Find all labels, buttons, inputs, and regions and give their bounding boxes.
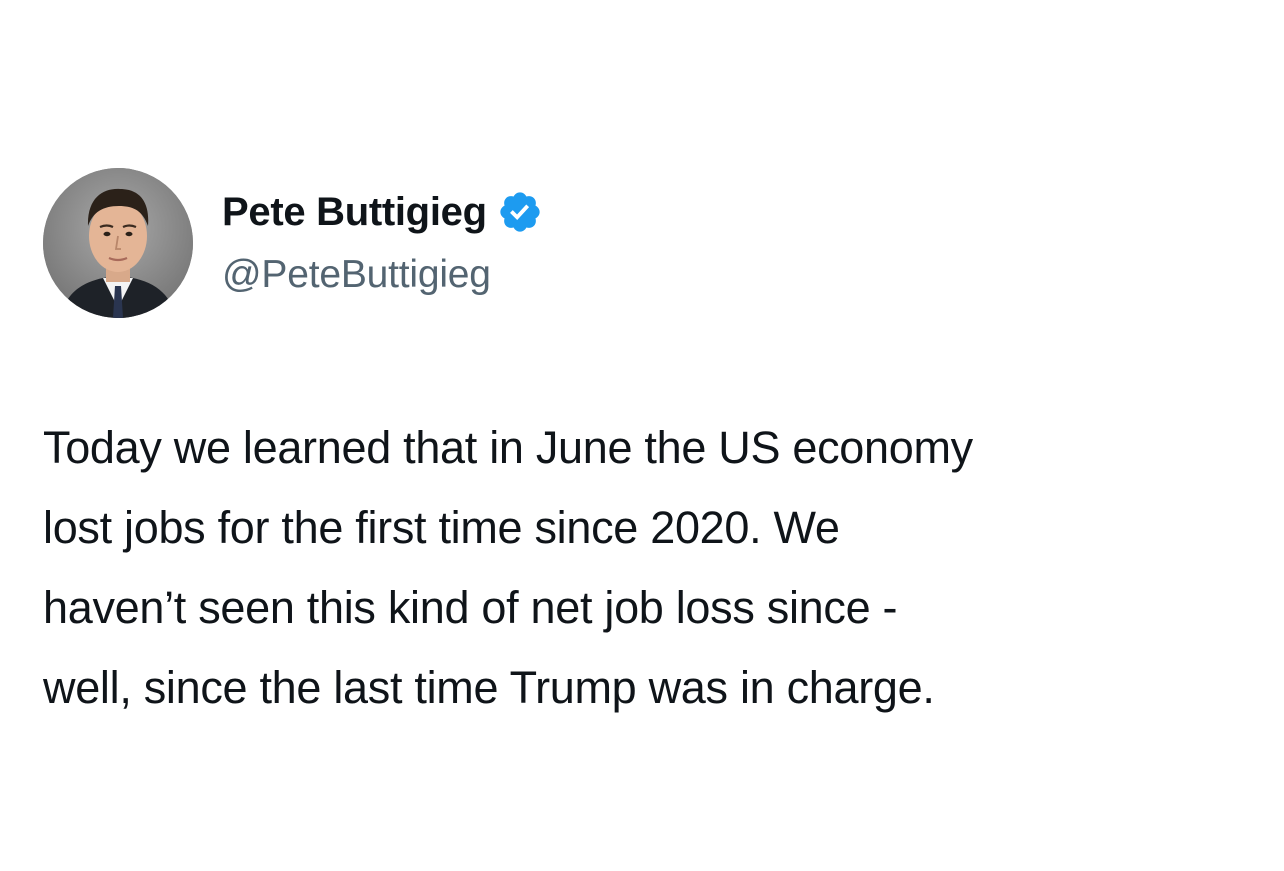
user-handle[interactable]: @PeteButtigieg: [222, 253, 491, 297]
tweet-text-line: Today we learned that in June the US eco…: [43, 422, 973, 473]
profile-photo-icon: [43, 168, 193, 318]
display-name[interactable]: Pete Buttigieg: [222, 190, 487, 235]
tweet-text-line: haven’t seen this kind of net job loss s…: [43, 582, 898, 633]
tweet-text-line: lost jobs for the first time since 2020.…: [43, 502, 840, 553]
verified-badge-icon[interactable]: [497, 189, 543, 235]
author-name-row: Pete Buttigieg: [222, 186, 543, 238]
avatar[interactable]: [43, 168, 193, 318]
tweet-text: Today we learned that in June the US eco…: [43, 408, 1273, 728]
tweet-card: Pete Buttigieg @PeteButtigieg Today we l…: [0, 0, 1284, 871]
tweet-text-line: well, since the last time Trump was in c…: [43, 662, 935, 713]
